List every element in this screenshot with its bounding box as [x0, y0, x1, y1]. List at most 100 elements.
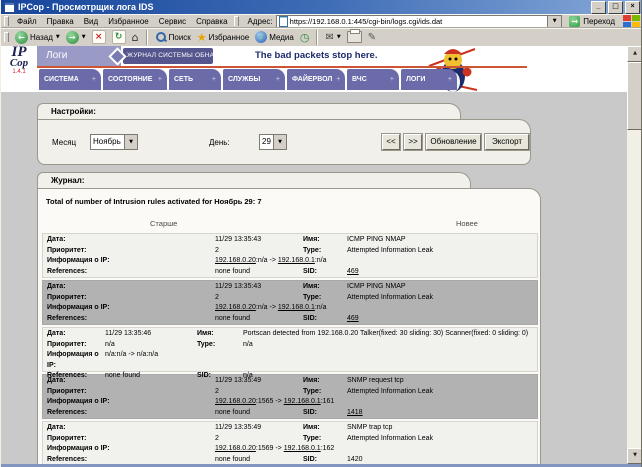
menu-help[interactable]: Справка [191, 17, 232, 26]
entry-row-ip: Информация о IP: 192.168.0.20:1569 -> 192… [43, 444, 537, 455]
next-day-button[interactable]: >> [404, 134, 422, 150]
favorites-button[interactable]: ★ Избранное [194, 29, 252, 46]
tab-expand-icon[interactable]: + [448, 76, 452, 83]
print-button[interactable] [344, 29, 365, 46]
tab-expand-icon[interactable]: + [276, 76, 280, 83]
tab-expand-icon[interactable]: + [336, 76, 340, 83]
entry-row-ip: Информация о IP: 192.168.0.20:n/a -> 192.… [43, 256, 537, 267]
menu-file[interactable]: Файл [12, 17, 42, 26]
sid-label: SID: [303, 267, 317, 275]
day-dropdown-icon[interactable]: ▼ [273, 135, 286, 149]
priority-value: 2 [215, 434, 219, 442]
priority-label: Приоритет: [47, 387, 87, 395]
sid-link[interactable]: 1418 [347, 409, 363, 416]
mail-dropdown-icon[interactable]: ▼ [337, 34, 341, 40]
windows-logo [623, 14, 641, 28]
date-value: 11/29 13:35:46 [105, 330, 152, 337]
address-dropdown-button[interactable]: ▼ [547, 15, 562, 27]
settings-panel-body: Месяц Ноябрь ▼ День: 29 ▼ << >> Обновлен… [37, 119, 531, 165]
media-button[interactable]: ♪ Медиа [252, 29, 297, 46]
tab-expand-icon[interactable]: + [158, 76, 162, 83]
home-button[interactable]: ⌂ [129, 29, 142, 46]
forward-dropdown-icon[interactable]: ▼ [82, 34, 86, 40]
toolbar-grip[interactable] [4, 16, 9, 26]
name-label: Имя: [303, 236, 320, 243]
tab-expand-icon[interactable]: + [92, 76, 96, 83]
tab-network[interactable]: Сеть + [169, 69, 221, 90]
toolbar-grip[interactable] [4, 32, 9, 42]
menu-view[interactable]: Вид [79, 17, 103, 26]
day-select[interactable]: 29 ▼ [259, 134, 287, 150]
dst-ip-link[interactable]: 192.168.0.1 [278, 257, 315, 264]
refresh-log-button[interactable]: Обновление [426, 134, 481, 150]
prev-day-button[interactable]: << [382, 134, 400, 150]
refresh-button[interactable]: ↻ [109, 29, 129, 46]
date-label: Дата: [47, 377, 66, 384]
history-button[interactable]: ◷ [297, 29, 313, 46]
tab-status[interactable]: Состояние + [103, 69, 167, 90]
menu-edit[interactable]: Правка [42, 17, 79, 26]
back-dropdown-icon[interactable]: ▼ [56, 34, 60, 40]
settings-panel-title: Настройки: [51, 107, 96, 116]
priority-value: 2 [215, 293, 219, 301]
journal-panel-header: Журнал: [37, 172, 471, 188]
dst-ip-link[interactable]: 192.168.0.1 [284, 445, 321, 452]
address-url: https://192.168.0.1:445/cgi-bin/logs.cgi… [289, 16, 443, 26]
src-ip-link[interactable]: 192.168.0.20 [215, 445, 256, 452]
priority-label: Приоритет: [47, 340, 87, 348]
web-page: IP Cop 1.4.1 Логи Журнал Системы Обнаруж… [1, 45, 627, 467]
log-entry: Дата: 11/29 13:35:43 Имя: ICMP PING NMAP При… [42, 280, 538, 325]
stop-button[interactable]: × [89, 29, 109, 46]
journal-summary: Total of number of Intrusion rules activ… [46, 197, 262, 206]
name-label: Имя: [197, 330, 214, 337]
restore-button[interactable]: □ [608, 0, 623, 14]
src-ip-link[interactable]: 192.168.0.20 [215, 304, 256, 311]
month-dropdown-icon[interactable]: ▼ [124, 135, 137, 149]
tab-vpn[interactable]: ВЧС + [347, 69, 399, 90]
tab-expand-icon[interactable]: + [390, 76, 394, 83]
toolbar-grip[interactable] [233, 16, 239, 26]
scrollbar-thumb[interactable] [627, 62, 641, 130]
tab-services[interactable]: Службы + [223, 69, 285, 90]
mail-button[interactable]: ✉ ▼ [322, 29, 343, 46]
references-label: References: [47, 408, 88, 416]
go-button[interactable]: → Переход [565, 15, 619, 28]
minimize-button[interactable]: _ [591, 0, 606, 14]
log-entry: Дата: 11/29 13:35:46 Имя: Portscan detected… [42, 327, 538, 379]
tab-logs[interactable]: Логи + [401, 69, 457, 90]
window-title: IPCop - Просмотрщик лога IDS [18, 2, 154, 12]
tab-firewall[interactable]: Файервол + [287, 69, 345, 90]
back-button[interactable]: ← Назад ▼ [12, 29, 63, 46]
tab-system[interactable]: Система + [39, 69, 101, 90]
sid-link[interactable]: 469 [347, 315, 359, 322]
entry-row-priority: Приоритет: 2 Type: Attempted Information Le… [43, 293, 537, 304]
sid-link[interactable]: 469 [347, 268, 359, 275]
ip-info-label: Информация о IP: [47, 445, 110, 452]
edit-button[interactable]: ✎ [365, 29, 379, 46]
dst-ip-link[interactable]: 192.168.0.1 [284, 398, 321, 405]
entry-row-date: Дата: 11/29 13:35:49 Имя: SNMP trap tcp [43, 423, 537, 434]
vertical-scrollbar[interactable]: ▲ ▼ [627, 46, 641, 467]
scroll-down-button[interactable]: ▼ [627, 448, 641, 464]
tab-expand-icon[interactable]: + [212, 76, 216, 83]
type-label: Type: [197, 340, 216, 348]
export-button[interactable]: Экспорт [485, 134, 529, 150]
menu-favorites[interactable]: Избранное [103, 17, 154, 26]
src-ip-link[interactable]: 192.168.0.20 [215, 398, 256, 405]
references-value: none found [215, 408, 251, 416]
journal-panel-body: Total of number of Intrusion rules activ… [37, 188, 541, 467]
search-icon [155, 31, 167, 43]
month-select[interactable]: Ноябрь ▼ [90, 134, 138, 150]
search-button[interactable]: Поиск [152, 29, 194, 46]
src-ip-link[interactable]: 192.168.0.20 [215, 257, 256, 264]
menu-tools[interactable]: Сервис [154, 17, 191, 26]
address-input[interactable]: https://192.168.0.1:445/cgi-bin/logs.cgi… [275, 14, 563, 28]
priority-value: 2 [215, 246, 219, 254]
dst-ip-link[interactable]: 192.168.0.1 [278, 304, 315, 311]
scroll-up-button[interactable]: ▲ [627, 46, 641, 62]
close-button[interactable]: × [625, 0, 640, 14]
ip-info-value: 192.168.0.20:1565 -> 192.168.0.1:161 [215, 398, 335, 405]
forward-button[interactable]: → ▼ [63, 29, 89, 46]
title-bar[interactable]: IPCop - Просмотрщик лога IDS _ □ × [1, 0, 641, 14]
date-value: 11/29 13:35:43 [215, 236, 262, 243]
